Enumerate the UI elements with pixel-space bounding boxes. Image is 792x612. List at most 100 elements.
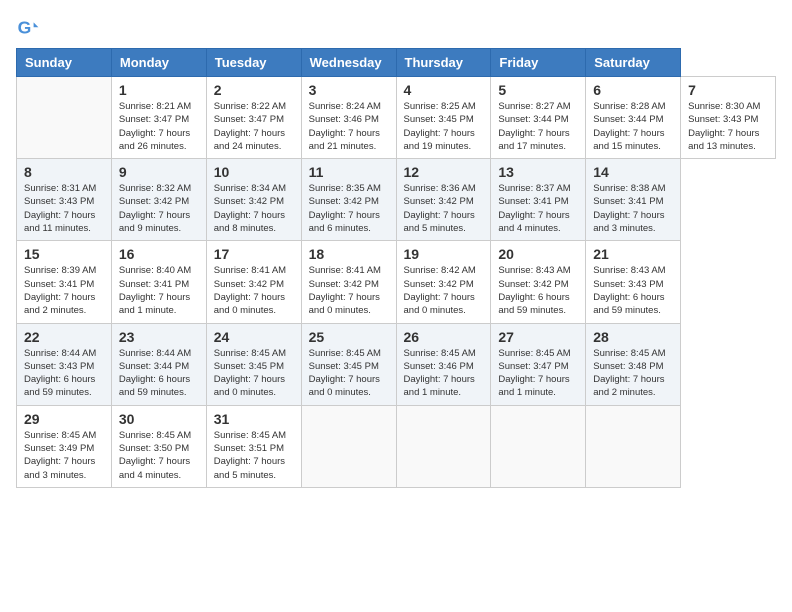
daylight: Daylight: 6 hours and 59 minutes. bbox=[119, 373, 199, 400]
sunset: Sunset: 3:42 PM bbox=[214, 278, 294, 291]
cell-content: Sunrise: 8:21 AM Sunset: 3:47 PM Dayligh… bbox=[119, 100, 199, 153]
daylight: Daylight: 7 hours and 9 minutes. bbox=[119, 209, 199, 236]
day-number: 17 bbox=[214, 246, 294, 262]
sunrise: Sunrise: 8:37 AM bbox=[498, 182, 578, 195]
sunrise: Sunrise: 8:31 AM bbox=[24, 182, 104, 195]
day-number: 20 bbox=[498, 246, 578, 262]
sunrise: Sunrise: 8:43 AM bbox=[593, 264, 673, 277]
daylight: Daylight: 7 hours and 0 minutes. bbox=[214, 291, 294, 318]
sunset: Sunset: 3:43 PM bbox=[688, 113, 768, 126]
sunrise: Sunrise: 8:28 AM bbox=[593, 100, 673, 113]
day-number: 23 bbox=[119, 329, 199, 345]
sunset: Sunset: 3:45 PM bbox=[404, 113, 484, 126]
sunrise: Sunrise: 8:44 AM bbox=[119, 347, 199, 360]
sunrise: Sunrise: 8:27 AM bbox=[498, 100, 578, 113]
sunset: Sunset: 3:51 PM bbox=[214, 442, 294, 455]
cell-content: Sunrise: 8:34 AM Sunset: 3:42 PM Dayligh… bbox=[214, 182, 294, 235]
sunrise: Sunrise: 8:45 AM bbox=[404, 347, 484, 360]
cell-content: Sunrise: 8:39 AM Sunset: 3:41 PM Dayligh… bbox=[24, 264, 104, 317]
cell-content: Sunrise: 8:41 AM Sunset: 3:42 PM Dayligh… bbox=[214, 264, 294, 317]
sunrise: Sunrise: 8:45 AM bbox=[214, 429, 294, 442]
day-number: 27 bbox=[498, 329, 578, 345]
cell-content: Sunrise: 8:22 AM Sunset: 3:47 PM Dayligh… bbox=[214, 100, 294, 153]
cell-content: Sunrise: 8:25 AM Sunset: 3:45 PM Dayligh… bbox=[404, 100, 484, 153]
day-number: 18 bbox=[309, 246, 389, 262]
sunrise: Sunrise: 8:35 AM bbox=[309, 182, 389, 195]
sunset: Sunset: 3:47 PM bbox=[498, 360, 578, 373]
sunrise: Sunrise: 8:45 AM bbox=[24, 429, 104, 442]
sunset: Sunset: 3:42 PM bbox=[309, 278, 389, 291]
sunset: Sunset: 3:42 PM bbox=[119, 195, 199, 208]
calendar-cell: 26 Sunrise: 8:45 AM Sunset: 3:46 PM Dayl… bbox=[396, 323, 491, 405]
day-number: 13 bbox=[498, 164, 578, 180]
weekday-header-row: SundayMondayTuesdayWednesdayThursdayFrid… bbox=[17, 49, 776, 77]
sunrise: Sunrise: 8:45 AM bbox=[309, 347, 389, 360]
sunset: Sunset: 3:41 PM bbox=[593, 195, 673, 208]
logo: G bbox=[16, 16, 42, 40]
cell-content: Sunrise: 8:27 AM Sunset: 3:44 PM Dayligh… bbox=[498, 100, 578, 153]
cell-content: Sunrise: 8:31 AM Sunset: 3:43 PM Dayligh… bbox=[24, 182, 104, 235]
calendar-cell: 17 Sunrise: 8:41 AM Sunset: 3:42 PM Dayl… bbox=[206, 241, 301, 323]
cell-content: Sunrise: 8:43 AM Sunset: 3:43 PM Dayligh… bbox=[593, 264, 673, 317]
cell-content: Sunrise: 8:45 AM Sunset: 3:51 PM Dayligh… bbox=[214, 429, 294, 482]
cell-content: Sunrise: 8:42 AM Sunset: 3:42 PM Dayligh… bbox=[404, 264, 484, 317]
sunrise: Sunrise: 8:22 AM bbox=[214, 100, 294, 113]
calendar-cell: 3 Sunrise: 8:24 AM Sunset: 3:46 PM Dayli… bbox=[301, 77, 396, 159]
calendar-cell: 21 Sunrise: 8:43 AM Sunset: 3:43 PM Dayl… bbox=[586, 241, 681, 323]
day-number: 28 bbox=[593, 329, 673, 345]
cell-content: Sunrise: 8:32 AM Sunset: 3:42 PM Dayligh… bbox=[119, 182, 199, 235]
sunset: Sunset: 3:42 PM bbox=[404, 195, 484, 208]
cell-content: Sunrise: 8:44 AM Sunset: 3:44 PM Dayligh… bbox=[119, 347, 199, 400]
calendar-cell bbox=[586, 405, 681, 487]
daylight: Daylight: 7 hours and 0 minutes. bbox=[309, 291, 389, 318]
calendar-cell: 1 Sunrise: 8:21 AM Sunset: 3:47 PM Dayli… bbox=[111, 77, 206, 159]
daylight: Daylight: 7 hours and 15 minutes. bbox=[593, 127, 673, 154]
cell-content: Sunrise: 8:45 AM Sunset: 3:45 PM Dayligh… bbox=[309, 347, 389, 400]
day-number: 6 bbox=[593, 82, 673, 98]
daylight: Daylight: 7 hours and 11 minutes. bbox=[24, 209, 104, 236]
calendar-cell: 10 Sunrise: 8:34 AM Sunset: 3:42 PM Dayl… bbox=[206, 159, 301, 241]
sunset: Sunset: 3:45 PM bbox=[214, 360, 294, 373]
sunset: Sunset: 3:45 PM bbox=[309, 360, 389, 373]
day-number: 3 bbox=[309, 82, 389, 98]
sunrise: Sunrise: 8:30 AM bbox=[688, 100, 768, 113]
sunset: Sunset: 3:47 PM bbox=[214, 113, 294, 126]
sunset: Sunset: 3:42 PM bbox=[498, 278, 578, 291]
sunrise: Sunrise: 8:36 AM bbox=[404, 182, 484, 195]
calendar-cell: 28 Sunrise: 8:45 AM Sunset: 3:48 PM Dayl… bbox=[586, 323, 681, 405]
day-number: 8 bbox=[24, 164, 104, 180]
daylight: Daylight: 6 hours and 59 minutes. bbox=[24, 373, 104, 400]
calendar-week-row: 29 Sunrise: 8:45 AM Sunset: 3:49 PM Dayl… bbox=[17, 405, 776, 487]
sunset: Sunset: 3:43 PM bbox=[593, 278, 673, 291]
sunrise: Sunrise: 8:39 AM bbox=[24, 264, 104, 277]
calendar-cell: 14 Sunrise: 8:38 AM Sunset: 3:41 PM Dayl… bbox=[586, 159, 681, 241]
day-number: 4 bbox=[404, 82, 484, 98]
calendar-cell: 15 Sunrise: 8:39 AM Sunset: 3:41 PM Dayl… bbox=[17, 241, 112, 323]
daylight: Daylight: 7 hours and 0 minutes. bbox=[404, 291, 484, 318]
calendar-cell: 24 Sunrise: 8:45 AM Sunset: 3:45 PM Dayl… bbox=[206, 323, 301, 405]
daylight: Daylight: 7 hours and 1 minute. bbox=[498, 373, 578, 400]
cell-content: Sunrise: 8:45 AM Sunset: 3:49 PM Dayligh… bbox=[24, 429, 104, 482]
daylight: Daylight: 7 hours and 0 minutes. bbox=[309, 373, 389, 400]
daylight: Daylight: 7 hours and 3 minutes. bbox=[24, 455, 104, 482]
sunrise: Sunrise: 8:42 AM bbox=[404, 264, 484, 277]
cell-content: Sunrise: 8:45 AM Sunset: 3:45 PM Dayligh… bbox=[214, 347, 294, 400]
day-number: 21 bbox=[593, 246, 673, 262]
daylight: Daylight: 7 hours and 24 minutes. bbox=[214, 127, 294, 154]
day-number: 16 bbox=[119, 246, 199, 262]
daylight: Daylight: 7 hours and 19 minutes. bbox=[404, 127, 484, 154]
cell-content: Sunrise: 8:45 AM Sunset: 3:47 PM Dayligh… bbox=[498, 347, 578, 400]
calendar-cell: 12 Sunrise: 8:36 AM Sunset: 3:42 PM Dayl… bbox=[396, 159, 491, 241]
daylight: Daylight: 7 hours and 1 minute. bbox=[404, 373, 484, 400]
sunset: Sunset: 3:49 PM bbox=[24, 442, 104, 455]
sunset: Sunset: 3:47 PM bbox=[119, 113, 199, 126]
calendar-week-row: 8 Sunrise: 8:31 AM Sunset: 3:43 PM Dayli… bbox=[17, 159, 776, 241]
weekday-header: Monday bbox=[111, 49, 206, 77]
day-number: 31 bbox=[214, 411, 294, 427]
calendar-cell: 22 Sunrise: 8:44 AM Sunset: 3:43 PM Dayl… bbox=[17, 323, 112, 405]
calendar-cell: 5 Sunrise: 8:27 AM Sunset: 3:44 PM Dayli… bbox=[491, 77, 586, 159]
calendar-cell: 29 Sunrise: 8:45 AM Sunset: 3:49 PM Dayl… bbox=[17, 405, 112, 487]
sunrise: Sunrise: 8:43 AM bbox=[498, 264, 578, 277]
sunset: Sunset: 3:42 PM bbox=[404, 278, 484, 291]
daylight: Daylight: 7 hours and 4 minutes. bbox=[119, 455, 199, 482]
